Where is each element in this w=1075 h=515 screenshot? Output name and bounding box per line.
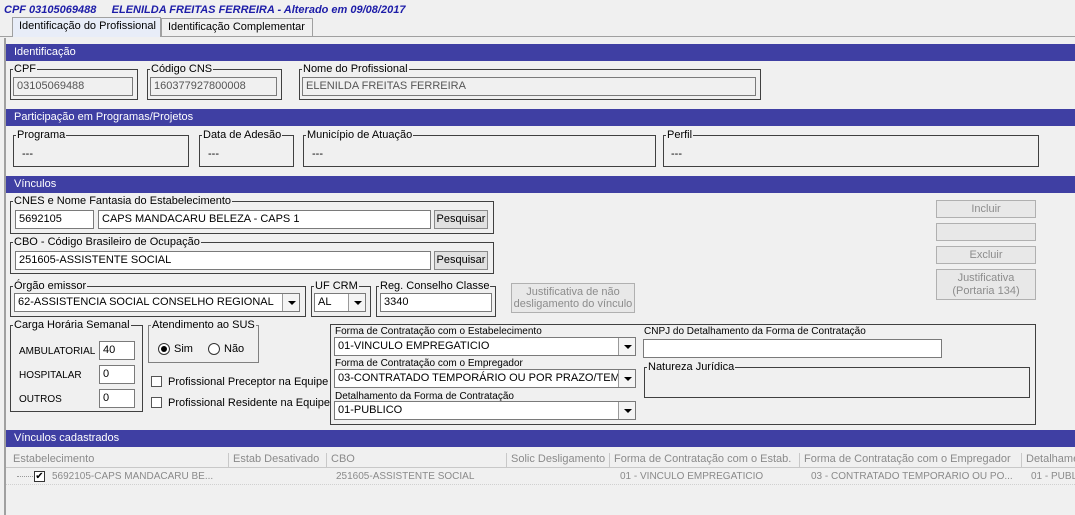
hospitalar-field[interactable]: 0 bbox=[99, 365, 135, 384]
col-header[interactable]: CBO bbox=[328, 453, 507, 467]
reg-label: Reg. Conselho Classe bbox=[380, 280, 490, 292]
section-vinculos: Vínculos bbox=[6, 176, 1075, 193]
col-header[interactable]: Forma de Contratação com o Empregador bbox=[801, 453, 1022, 467]
chevron-down-icon[interactable] bbox=[618, 338, 635, 355]
tab-identificacao-complementar[interactable]: Identificação Complementar bbox=[161, 18, 313, 36]
perfil-value: --- bbox=[671, 148, 682, 160]
row-checkbox[interactable]: ✔ bbox=[34, 471, 45, 482]
window-title: CPF 03105069488 ELENILDA FREITAS FERREIR… bbox=[4, 4, 406, 16]
sus-sim-radio[interactable] bbox=[158, 343, 170, 355]
col-header[interactable]: Solic Desligamento bbox=[508, 453, 610, 467]
programa-label: Programa bbox=[17, 129, 66, 141]
col-header[interactable]: Detalhamento bbox=[1023, 453, 1075, 467]
adesao-label: Data de Adesão bbox=[203, 129, 282, 141]
cnpj-field[interactable] bbox=[643, 339, 942, 358]
cns-field[interactable]: 160377927800008 bbox=[150, 77, 277, 96]
panel-border bbox=[4, 38, 6, 515]
row-detalhe: 01 - PUBLICO bbox=[1031, 471, 1075, 482]
programa-value: --- bbox=[22, 148, 33, 160]
preceptor-label: Profissional Preceptor na Equipe bbox=[168, 376, 329, 388]
sus-nao-label: Não bbox=[224, 343, 245, 355]
ambulatorial-field[interactable]: 40 bbox=[99, 341, 135, 360]
preceptor-checkbox[interactable] bbox=[151, 376, 162, 387]
chevron-down-icon[interactable] bbox=[618, 402, 635, 419]
row-cbo: 251605-ASSISTENTE SOCIAL bbox=[336, 471, 475, 482]
cnes-label: CNES e Nome Fantasia do Estabelecimento bbox=[14, 195, 232, 207]
pesquisar-cbo-button[interactable]: Pesquisar bbox=[434, 251, 488, 270]
perfil-label: Perfil bbox=[667, 129, 693, 141]
nome-label: Nome do Profissional bbox=[303, 63, 408, 75]
municipio-value: --- bbox=[312, 148, 323, 160]
tab-bar: Identificação do Profissional Identifica… bbox=[0, 17, 1075, 37]
municipio-label: Município de Atuação bbox=[307, 129, 413, 141]
cpf-field[interactable]: 03105069488 bbox=[13, 77, 133, 96]
natureza-label: Natureza Jurídica bbox=[648, 361, 735, 373]
row-forma-estab: 01 - VINCULO EMPREGATICIO bbox=[620, 471, 764, 482]
forma-emp-select[interactable]: 03-CONTRATADO TEMPORÁRIO OU POR PRAZO/TE… bbox=[334, 369, 636, 388]
hospitalar-label: HOSPITALAR bbox=[19, 370, 82, 381]
forma-emp-select-value: 03-CONTRATADO TEMPORÁRIO OU POR PRAZO/TE… bbox=[338, 372, 636, 384]
chevron-down-icon[interactable] bbox=[618, 370, 635, 387]
section-identificacao: Identificação bbox=[6, 44, 1075, 61]
section-participacao: Participação em Programas/Projetos bbox=[6, 109, 1075, 126]
carga-label: Carga Horária Semanal bbox=[14, 319, 130, 331]
perfil-group: Perfil bbox=[663, 130, 1039, 167]
ambulatorial-label: AMBULATORIAL bbox=[19, 346, 96, 357]
cnes-code-field[interactable]: 5692105 bbox=[15, 210, 94, 229]
natureza-group: Natureza Jurídica bbox=[644, 362, 1030, 398]
sus-nao-radio[interactable] bbox=[208, 343, 220, 355]
orgao-select[interactable]: 62-ASSISTENCIA SOCIAL CONSELHO REGIONAL bbox=[14, 293, 300, 312]
tab-identificacao-profissional[interactable]: Identificação do Profissional bbox=[12, 17, 161, 37]
col-header[interactable]: Forma de Contratação com o Estab. bbox=[611, 453, 800, 467]
chevron-down-icon[interactable] bbox=[282, 294, 299, 311]
grid-header: Estabelecimento Estab Desativado CBO Sol… bbox=[6, 452, 1075, 468]
programa-group: Programa bbox=[13, 130, 189, 167]
reg-field[interactable]: 3340 bbox=[380, 293, 492, 312]
cnes-name-field[interactable]: CAPS MANDACARU BELEZA - CAPS 1 bbox=[98, 210, 431, 229]
residente-checkbox[interactable] bbox=[151, 397, 162, 408]
orgao-select-value: 62-ASSISTENCIA SOCIAL CONSELHO REGIONAL bbox=[18, 296, 274, 308]
section-vinculos-cadastrados: Vínculos cadastrados bbox=[6, 430, 1075, 447]
outros-field[interactable]: 0 bbox=[99, 389, 135, 408]
nome-field[interactable]: ELENILDA FREITAS FERREIRA bbox=[302, 77, 756, 96]
outros-label: OUTROS bbox=[19, 394, 62, 405]
forma-emp-label: Forma de Contratação com o Empregador bbox=[335, 358, 523, 369]
tree-line bbox=[17, 476, 33, 477]
uf-select-value: AL bbox=[318, 296, 332, 308]
sus-label: Atendimento ao SUS bbox=[152, 319, 255, 331]
sus-group: Atendimento ao SUS bbox=[148, 320, 259, 363]
sus-sim-label: Sim bbox=[174, 343, 193, 355]
col-header[interactable]: Estabelecimento bbox=[10, 453, 229, 467]
forma-estab-select[interactable]: 01-VINCULO EMPREGATICIO bbox=[334, 337, 636, 356]
col-header[interactable]: Estab Desativado bbox=[230, 453, 327, 467]
detalhe-select[interactable]: 01-PUBLICO bbox=[334, 401, 636, 420]
residente-label: Profissional Residente na Equipe bbox=[168, 397, 331, 409]
forma-estab-select-value: 01-VINCULO EMPREGATICIO bbox=[338, 340, 490, 352]
chevron-down-icon[interactable] bbox=[348, 294, 365, 311]
forma-estab-label: Forma de Contratação com o Estabelecimen… bbox=[335, 326, 542, 337]
uf-select[interactable]: AL bbox=[314, 293, 366, 312]
cpf-label: CPF bbox=[14, 63, 36, 75]
uf-label: UF CRM bbox=[315, 280, 358, 292]
row-estab: 5692105-CAPS MANDACARU BE... bbox=[52, 471, 214, 482]
detalhe-select-value: 01-PUBLICO bbox=[338, 404, 403, 416]
cns-label: Código CNS bbox=[151, 63, 213, 75]
cbo-label: CBO - Código Brasileiro de Ocupação bbox=[14, 236, 200, 248]
excluir-button[interactable]: Excluir bbox=[936, 246, 1036, 264]
cnpj-label: CNPJ do Detalhamento da Forma de Contrat… bbox=[644, 326, 866, 337]
orgao-label: Órgão emissor bbox=[14, 280, 87, 292]
cbo-field[interactable]: 251605-ASSISTENTE SOCIAL bbox=[15, 251, 431, 270]
incluir-button[interactable]: Incluir bbox=[936, 200, 1036, 218]
adesao-value: --- bbox=[208, 148, 219, 160]
justificativa-portaria-button[interactable]: Justificativa (Portaria 134) bbox=[936, 269, 1036, 300]
blank-button[interactable] bbox=[936, 223, 1036, 241]
row-forma-emp: 03 - CONTRATADO TEMPORÁRIO OU PO... bbox=[811, 471, 1013, 482]
municipio-group: Município de Atuação bbox=[303, 130, 656, 167]
justificativa-nao-desligamento-button[interactable]: Justificativa de não desligamento do vín… bbox=[511, 283, 635, 313]
pesquisar-cnes-button[interactable]: Pesquisar bbox=[434, 210, 488, 229]
